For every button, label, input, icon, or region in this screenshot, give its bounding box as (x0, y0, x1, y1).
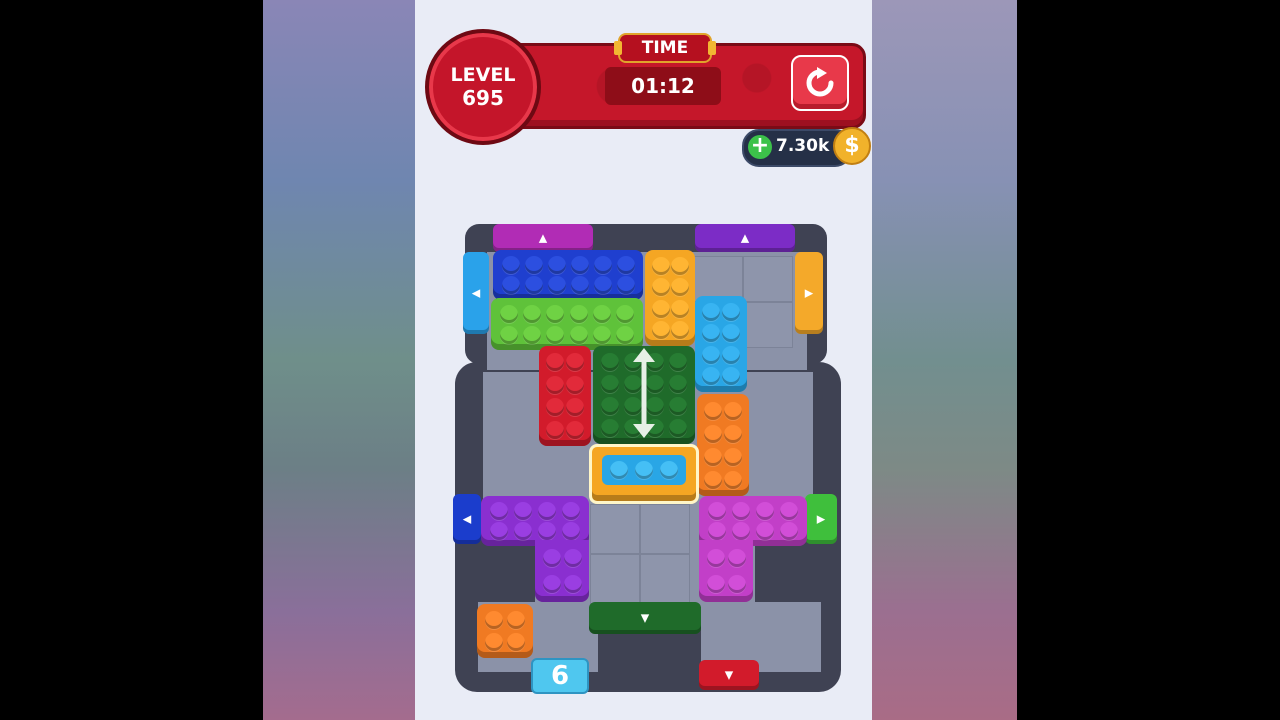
brick-purple-t[interactable] (481, 496, 589, 546)
board-cell (640, 554, 690, 604)
moves-counter: 6 (531, 658, 589, 694)
brick-yellow-2x4[interactable] (645, 250, 695, 346)
exit-gate-red-bottom: ▼ (699, 660, 759, 690)
brick-magenta-t-stem[interactable] (699, 540, 753, 602)
game-board: ▲ ▲ ◀ ▶ ◀ ▶ ▼ ▼ 6 (443, 222, 848, 694)
board-cell (743, 302, 793, 348)
brick-sky-2x4[interactable] (695, 296, 747, 392)
time-label: TIME (614, 33, 716, 63)
brick-blue-2x4[interactable] (493, 250, 643, 300)
exit-gate-sky-left: ◀ (463, 252, 489, 334)
background-blur-left (263, 0, 415, 720)
exit-gate-blue-left: ◀ (453, 494, 481, 544)
board-cell (743, 256, 793, 302)
drag-arrow-icon (633, 348, 655, 438)
level-badge: LEVEL 695 (425, 29, 541, 145)
exit-gate-purple-top: ▲ (695, 224, 795, 252)
board-cell (640, 504, 690, 554)
board-cell (590, 504, 640, 554)
brick-magenta-t[interactable] (699, 496, 807, 546)
board-cell (590, 554, 640, 604)
restart-icon (806, 67, 834, 97)
level-label: LEVEL (450, 64, 516, 86)
coin-icon: $ (833, 127, 871, 165)
brick-purple-t-stem[interactable] (535, 540, 589, 602)
game-screen: LEVEL 695 TIME 01:12 + 7.30k $ ▲ ▲ ◀ ▶ ◀… (415, 0, 872, 720)
exit-gate-darkgreen-bottom: ▼ (589, 602, 701, 634)
brick-green-2x6[interactable] (491, 298, 643, 350)
brick-orange-2x4[interactable] (697, 394, 749, 496)
exit-gate-yellow-right: ▶ (795, 252, 823, 334)
level-number: 695 (462, 86, 504, 110)
brick-red-2x4[interactable] (539, 346, 591, 446)
brick-orange-2x2[interactable] (477, 604, 533, 658)
brick-sky-1x3-selected[interactable] (589, 444, 699, 504)
exit-gate-magenta-top: ▲ (493, 224, 593, 252)
coin-amount: 7.30k (776, 136, 830, 156)
restart-button[interactable] (791, 55, 849, 111)
background-blur-right (872, 0, 1017, 720)
timer-value: 01:12 (605, 67, 721, 105)
plus-icon[interactable]: + (748, 135, 772, 159)
exit-gate-green-right: ▶ (805, 494, 837, 544)
